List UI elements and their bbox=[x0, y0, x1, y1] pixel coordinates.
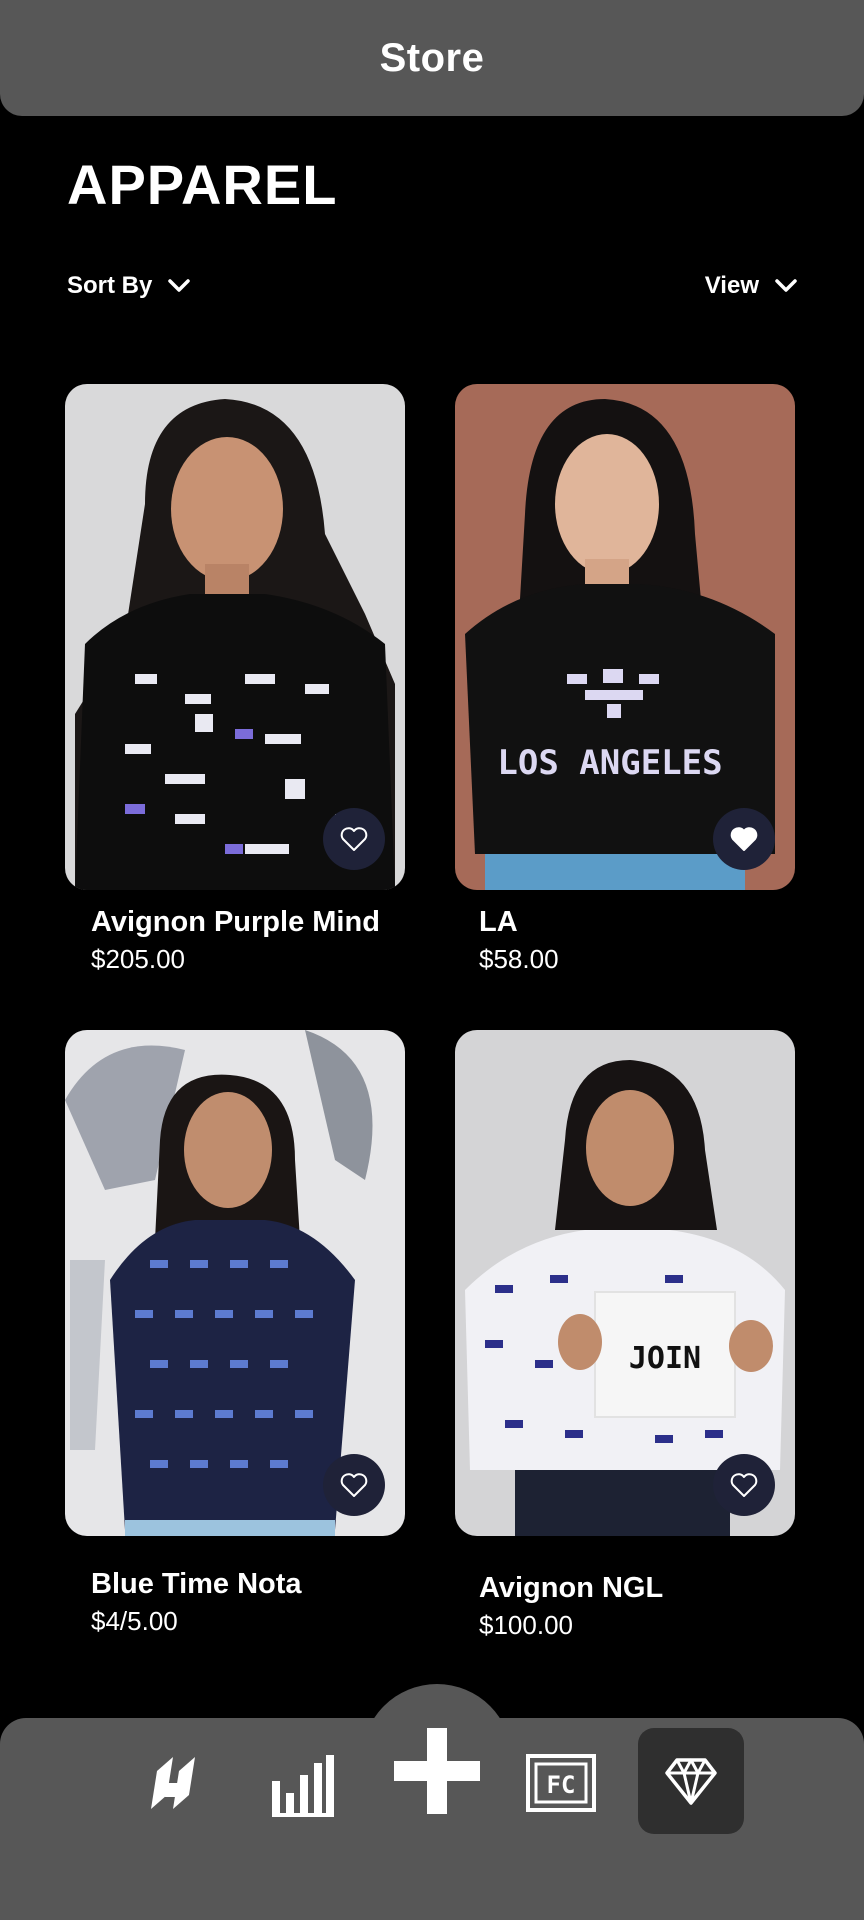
product-card[interactable]: Avignon Purple Mind $205.00 bbox=[65, 384, 405, 984]
product-name: Blue Time Nota bbox=[91, 1568, 302, 1600]
header-title: Store bbox=[379, 35, 485, 80]
favorite-button[interactable] bbox=[323, 808, 385, 870]
nav-store-button[interactable] bbox=[638, 1728, 744, 1834]
product-image[interactable] bbox=[65, 1030, 405, 1536]
nav-home-button[interactable] bbox=[140, 1750, 206, 1816]
product-name: Avignon NGL bbox=[479, 1572, 664, 1604]
plus-icon bbox=[394, 1728, 480, 1814]
product-card[interactable]: Blue Time Nota $4/5.00 bbox=[65, 1030, 405, 1650]
heart-outline-icon bbox=[730, 1473, 758, 1497]
product-price: $4/5.00 bbox=[91, 1606, 178, 1636]
product-name: LA bbox=[479, 906, 518, 938]
svg-text:FC: FC bbox=[547, 1771, 576, 1799]
product-card[interactable]: JOIN Avignon NGL $100.00 bbox=[455, 1030, 795, 1650]
diamond-icon bbox=[665, 1758, 717, 1805]
chevron-down-icon bbox=[775, 279, 797, 292]
bar-chart-icon bbox=[272, 1755, 334, 1817]
shirt-print-text: LOS ANGELES bbox=[497, 743, 722, 783]
chevron-down-icon bbox=[168, 279, 191, 292]
sort-view-row: Sort By View bbox=[67, 266, 799, 306]
product-price: $58.00 bbox=[479, 944, 559, 974]
product-price: $100.00 bbox=[479, 1610, 573, 1640]
page-title: APPAREL bbox=[67, 153, 338, 216]
product-card[interactable]: LOS ANGELES LA $58.00 bbox=[455, 384, 795, 984]
favorite-button[interactable] bbox=[713, 1454, 775, 1516]
sign-text: JOIN bbox=[629, 1341, 701, 1376]
product-price: $205.00 bbox=[91, 944, 185, 974]
fc-badge-icon: FC bbox=[526, 1754, 596, 1812]
view-dropdown[interactable]: View bbox=[705, 272, 799, 300]
favorite-button[interactable] bbox=[713, 808, 775, 870]
brand-logo-icon bbox=[151, 1757, 195, 1809]
sort-by-label: Sort By bbox=[67, 272, 153, 299]
sort-by-dropdown[interactable]: Sort By bbox=[67, 272, 192, 300]
favorite-button[interactable] bbox=[323, 1454, 385, 1516]
product-image[interactable] bbox=[65, 384, 405, 890]
product-image[interactable]: LOS ANGELES bbox=[455, 384, 795, 890]
heart-outline-icon bbox=[340, 827, 368, 851]
nav-fc-button[interactable]: FC bbox=[526, 1754, 596, 1812]
nav-stats-button[interactable] bbox=[266, 1750, 338, 1820]
product-name: Avignon Purple Mind bbox=[91, 906, 380, 938]
nav-add-button[interactable] bbox=[392, 1726, 482, 1816]
heart-outline-icon bbox=[340, 1473, 368, 1497]
heart-filled-icon bbox=[730, 827, 758, 851]
product-image[interactable]: JOIN bbox=[455, 1030, 795, 1536]
view-label: View bbox=[704, 272, 759, 299]
top-app-bar: Store bbox=[0, 0, 864, 116]
